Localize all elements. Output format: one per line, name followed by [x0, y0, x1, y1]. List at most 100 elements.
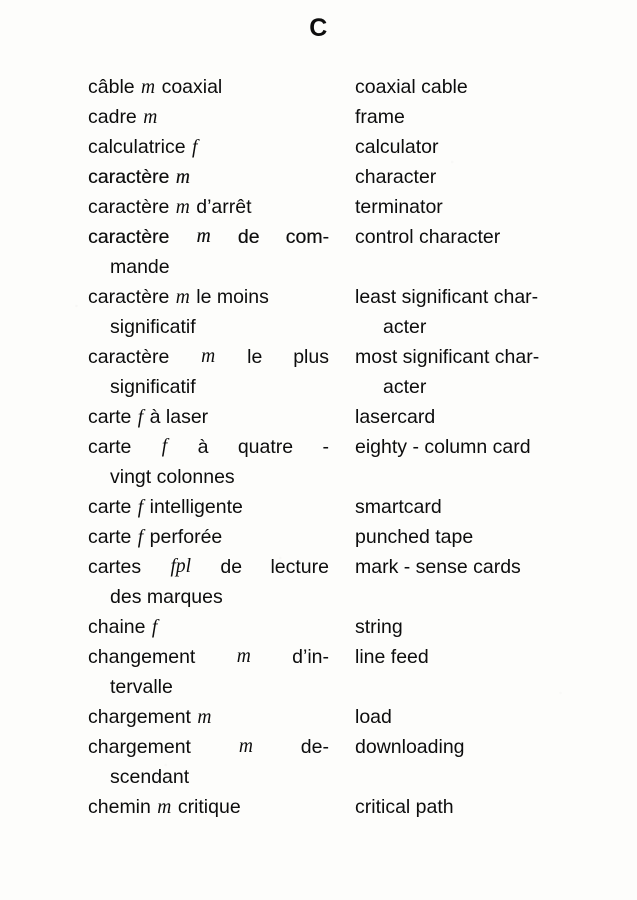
entry-term-fr: cartes fpl de lecture: [88, 552, 329, 582]
entry-translation-en: string: [355, 616, 403, 638]
term-text: mande: [110, 256, 170, 278]
entry-translation-en-continuation: acter: [383, 376, 427, 398]
gender-marker: m: [175, 197, 190, 218]
gender-marker: m: [175, 287, 190, 308]
term-text: scendant: [110, 766, 190, 788]
entry-term-fr-continuation: vingt colonnes: [110, 462, 330, 492]
entry-term-fr-continuation: mande: [110, 252, 330, 282]
entry-translation-en: calculator: [355, 136, 439, 158]
gender-marker: m: [196, 226, 211, 247]
entry-translation-en: load: [355, 706, 392, 728]
gender-marker: f: [161, 436, 168, 457]
term-text: caractère: [88, 286, 170, 308]
term-text: chaine: [88, 616, 146, 638]
term-text: -: [322, 436, 330, 458]
term-text: câble: [88, 76, 135, 98]
gender-marker: m: [201, 346, 216, 367]
gender-marker: m: [238, 736, 253, 757]
entry-term-fr: chargement m de-: [88, 732, 329, 762]
term-text: changement: [88, 646, 196, 668]
entry-translation-en: mark - sense cards: [355, 556, 521, 578]
term-text: intelligente: [149, 496, 243, 518]
entry-translation-en: smartcard: [355, 496, 442, 518]
entry-term-fr-continuation: significatif: [110, 312, 330, 342]
entry-translation-en: least significant char-: [355, 286, 539, 308]
gender-marker: f: [151, 617, 158, 638]
term-text: significatif: [110, 376, 196, 398]
term-text: le: [196, 286, 212, 308]
term-text: significatif: [110, 316, 196, 338]
term-text: caractère: [88, 166, 170, 188]
entry-translation-en: downloading: [355, 736, 465, 758]
term-text: critique: [177, 796, 241, 818]
gender-marker: m: [141, 77, 156, 98]
entry-translation-en: control character: [355, 226, 501, 248]
entry-term-fr: caractère m d’arrêt: [88, 192, 330, 222]
term-text: carte: [88, 436, 132, 458]
term-text: d’arrêt: [196, 196, 252, 218]
term-text: coaxial: [161, 76, 223, 98]
term-text: cartes: [88, 556, 142, 578]
term-text: plus: [293, 346, 329, 368]
entry-term-fr: carte f intelligente: [88, 492, 330, 522]
term-text: à: [197, 436, 209, 458]
term-text: tervalle: [110, 676, 173, 698]
term-text: caractère: [88, 346, 170, 368]
entry-translation-en-continuation: acter: [383, 316, 427, 338]
entry-term-fr: cadre m: [88, 102, 330, 132]
entry-term-fr: calculatrice f: [88, 132, 330, 162]
term-text: de: [220, 556, 243, 578]
entry-term-fr-continuation: des marques: [110, 582, 330, 612]
entry-translation-en: most significant char-: [355, 346, 540, 368]
entry-translation-en: lasercard: [355, 406, 436, 428]
term-text: de-: [300, 736, 329, 758]
entry-term-fr: changement m d’in-: [88, 642, 329, 672]
term-text: carte: [88, 496, 132, 518]
term-text: chargement: [88, 736, 191, 758]
gender-marker: f: [191, 137, 198, 158]
gender-marker: f: [137, 497, 144, 518]
term-text: caractère: [88, 196, 170, 218]
entry-translation-en: frame: [355, 106, 405, 128]
term-text: calculatrice: [88, 136, 186, 158]
entry-term-fr: caractère m le moins: [88, 282, 330, 312]
gender-marker: m: [143, 107, 158, 128]
gender-marker: m: [157, 797, 172, 818]
entry-translation-en: character: [355, 166, 437, 188]
term-text: de: [237, 226, 260, 248]
term-text: caractère: [88, 226, 170, 248]
term-text: laser: [165, 406, 209, 428]
term-text: à: [149, 406, 161, 428]
entry-term-fr: carte f à quatre -: [88, 432, 329, 462]
term-text: carte: [88, 526, 132, 548]
gender-marker: m: [197, 707, 212, 728]
term-text: vingt colonnes: [110, 466, 235, 488]
entry-translation-en: punched tape: [355, 526, 474, 548]
term-text: perforée: [149, 526, 223, 548]
entry-translation-en: line feed: [355, 646, 429, 668]
entry-term-fr: carte f à laser: [88, 402, 330, 432]
term-text: d’in-: [292, 646, 329, 668]
term-text: cadre: [88, 106, 137, 128]
entry-term-fr: caractère m le plus: [88, 342, 329, 372]
entry-term-fr: chemin m critique: [88, 792, 330, 822]
gender-marker: f: [137, 527, 144, 548]
term-text: chemin: [88, 796, 151, 818]
entry-term-fr-continuation: tervalle: [110, 672, 330, 702]
entry-translation-en: eighty - column card: [355, 436, 531, 458]
term-text: com-: [285, 226, 329, 248]
gender-marker: m: [236, 646, 251, 667]
term-text: le: [247, 346, 263, 368]
entry-term-fr: caractère m: [88, 162, 330, 192]
gender-marker: m: [175, 167, 190, 188]
entry-term-fr: chargement m: [88, 702, 330, 732]
entry-term-fr: carte f perforée: [88, 522, 330, 552]
dictionary-entry-list: câble m coaxial coaxial cable cadre m frame…: [0, 72, 637, 822]
term-text: chargement: [88, 706, 191, 728]
entry-translation-en: critical path: [355, 796, 454, 818]
entry-term-fr-continuation: significatif: [110, 372, 330, 402]
gender-marker: f: [137, 407, 144, 428]
term-text: moins: [216, 286, 269, 308]
page-header-letter: C: [309, 14, 328, 42]
entry-term-fr: chaine f: [88, 612, 330, 642]
